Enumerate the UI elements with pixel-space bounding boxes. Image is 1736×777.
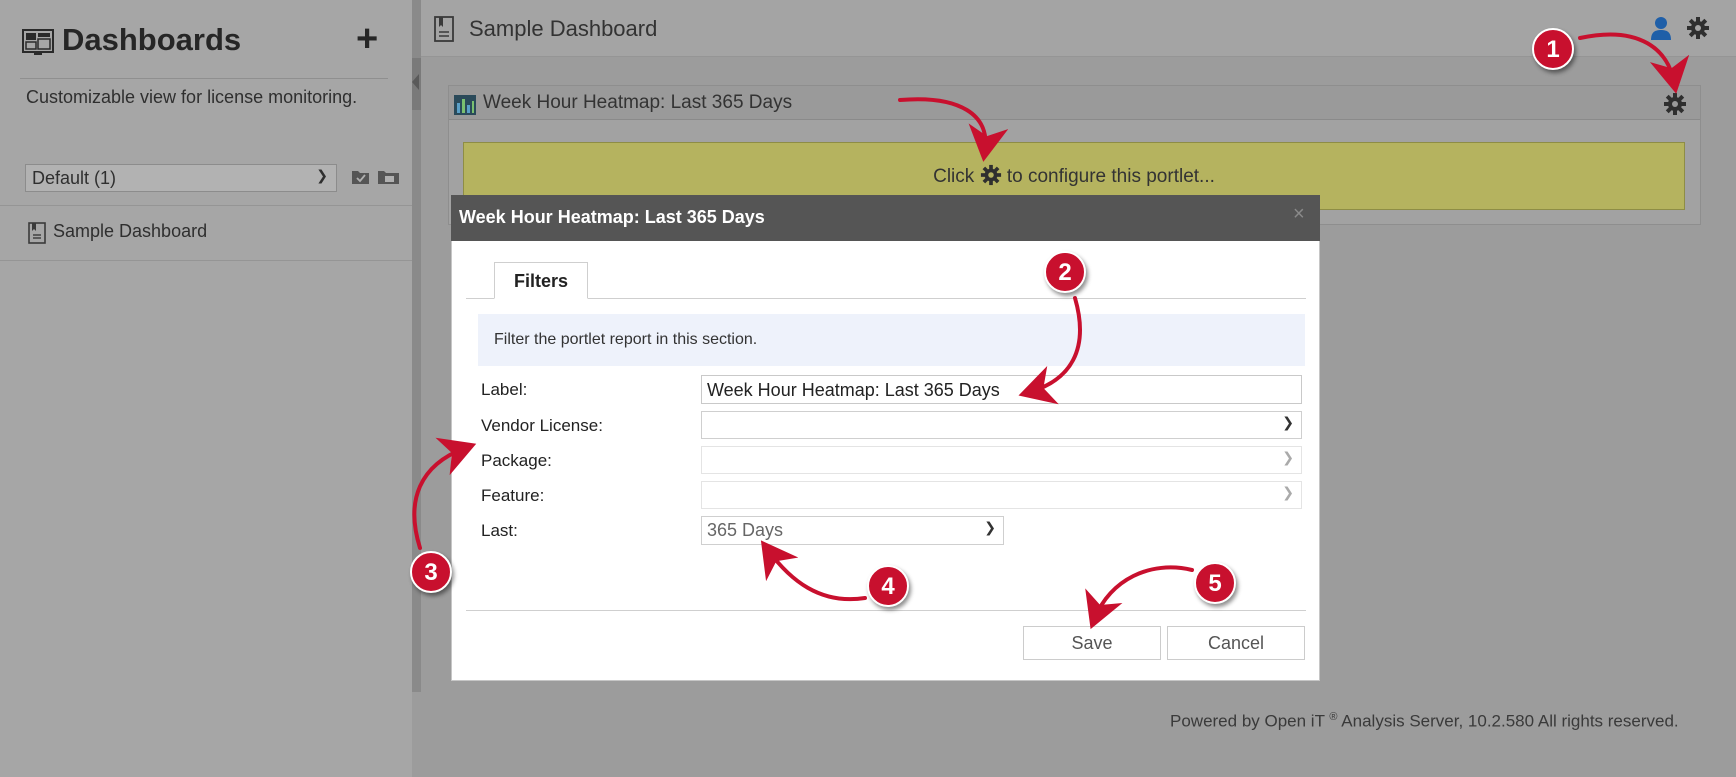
cancel-button[interactable]: Cancel [1167,626,1305,660]
callout-badge-3: 3 [410,551,452,593]
configure-text-after: to configure this portlet... [1006,166,1215,187]
chevron-down-icon: ❯ [1282,484,1294,500]
chevron-down-icon: ❯ [984,519,996,535]
dialog-title: Week Hour Heatmap: Last 365 Days [459,207,765,227]
chevron-down-icon: ❯ [316,167,328,183]
page-icon [28,222,46,244]
dashboard-select-value: Default (1) [32,168,117,188]
configure-message: Click to configure this portlet... [463,164,1685,188]
gear-icon [980,164,1001,186]
divider [20,78,388,79]
sidebar-description: Customizable view for license monitoring… [26,87,358,107]
dashboard-icon [22,29,54,55]
tab-divider [466,298,1306,299]
collapse-arrow-icon [412,74,419,90]
callout-badge-5: 5 [1194,562,1236,604]
vendor-license-label: Vendor License: [481,416,603,435]
dashboard-select[interactable]: Default (1) ❯ [25,164,337,192]
last-period-select[interactable]: 365 Days ❯ [701,516,1004,545]
feature-select[interactable]: ❯ [701,481,1302,509]
add-dashboard-button[interactable]: + [356,20,378,58]
close-icon[interactable]: × [1293,203,1305,226]
callout-badge-4: 4 [867,565,909,607]
folder-share-icon[interactable] [377,168,401,186]
divider [0,260,412,261]
user-icon[interactable] [1650,16,1672,40]
sidebar-title: Dashboards [62,22,242,57]
configure-text-before: Click [933,166,975,187]
dialog-footer-divider [466,610,1306,611]
registered-mark: ® [1329,711,1338,723]
last-period-value: 365 Days [707,520,784,540]
package-label: Package: [481,451,552,470]
last-label: Last: [481,521,518,540]
gear-icon[interactable] [1686,16,1710,40]
portlet-title: Week Hour Heatmap: Last 365 Days [483,92,793,113]
bar-chart-icon [454,95,476,115]
footer-text-before: Powered by Open iT [1170,711,1325,731]
footer-text-after: Analysis Server, 10.2.580 All rights res… [1337,711,1679,731]
package-select[interactable]: ❯ [701,446,1302,474]
feature-label: Feature: [481,486,545,505]
chevron-down-icon: ❯ [1282,449,1294,465]
callout-badge-2: 2 [1044,251,1086,293]
save-button[interactable]: Save [1023,626,1161,660]
portlet-settings-gear-icon[interactable] [1663,92,1687,116]
label-field-label: Label: [481,380,528,399]
filter-description: Filter the portlet report in this sectio… [494,331,758,348]
footer-copyright: Powered by Open iT ® Analysis Server, 10… [1170,711,1679,732]
label-input[interactable]: Week Hour Heatmap: Last 365 Days [701,375,1302,404]
page-title: Sample Dashboard [469,16,658,41]
vendor-license-select[interactable]: ❯ [701,411,1302,439]
chevron-down-icon: ❯ [1282,414,1294,430]
sidebar-item-label: Sample Dashboard [53,221,208,241]
callout-badge-1: 1 [1532,28,1574,70]
page-icon [434,16,454,42]
tab-filters[interactable]: Filters [494,262,588,299]
sidebar [0,0,412,777]
folder-open-icon[interactable] [351,168,371,186]
